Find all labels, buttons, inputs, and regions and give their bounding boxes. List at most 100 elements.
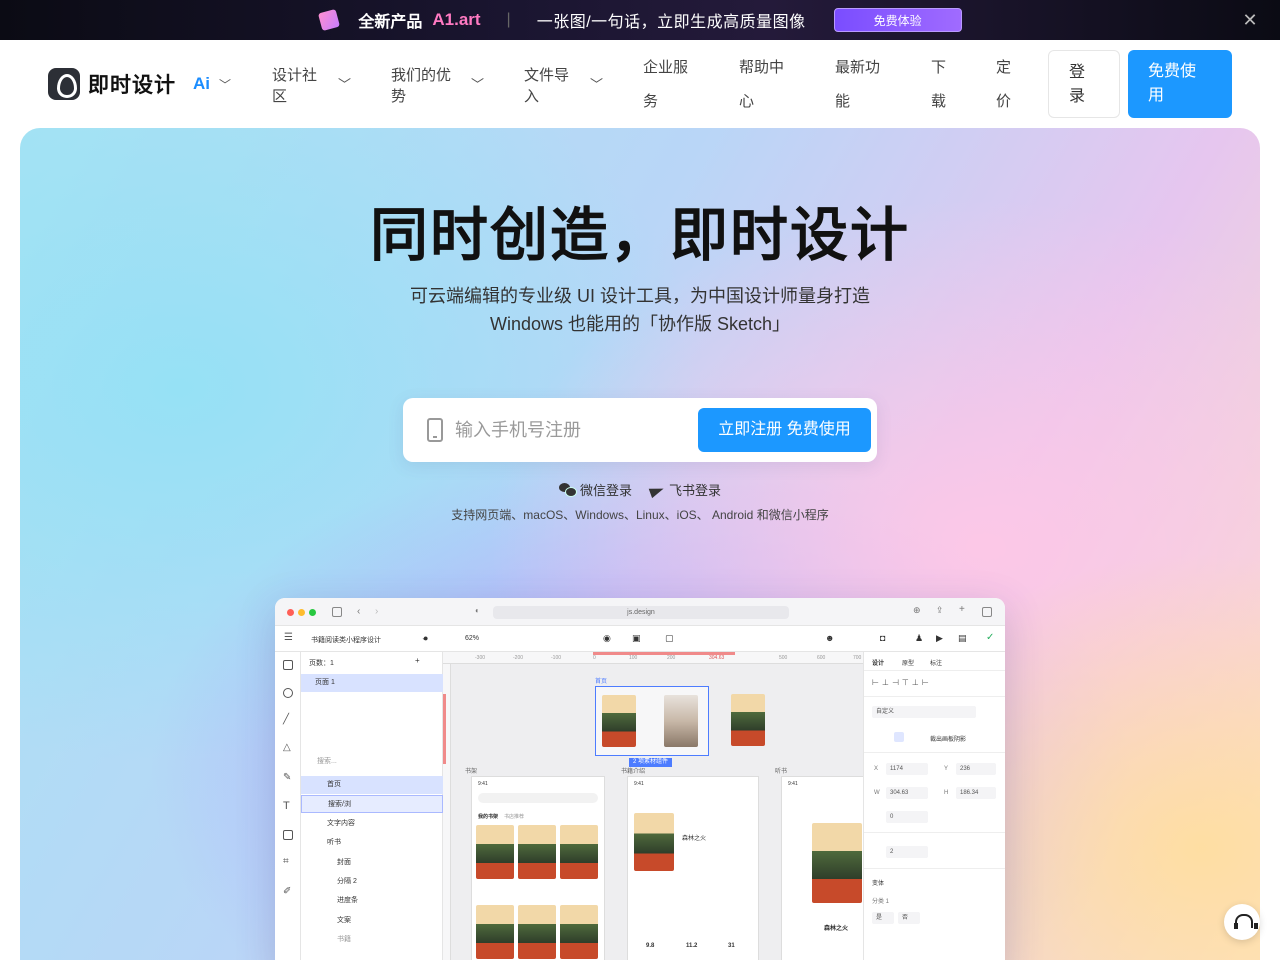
- book-cover-thumbnail: [731, 694, 765, 746]
- height-input[interactable]: 186.34: [956, 787, 996, 799]
- layer-row[interactable]: 封面: [301, 854, 443, 872]
- orientation-icon[interactable]: [894, 732, 904, 742]
- triangle-tool-icon[interactable]: △: [283, 742, 291, 753]
- rectangle-tool-icon[interactable]: [283, 660, 293, 670]
- page-item[interactable]: 页面 1: [301, 674, 443, 692]
- ruler-tick: -200: [513, 655, 524, 661]
- design-canvas[interactable]: -300 -200 -100 0 100 200 304.63 500 600 …: [443, 652, 871, 960]
- frame-tool-icon[interactable]: ⌗: [283, 856, 289, 867]
- app-preview-window: ‹ › ◐ js.design ⊕ ⇪ + ☰ 书籍阅读类小程序设计 ⌄ ● 6…: [275, 598, 1005, 960]
- layer-search-input[interactable]: 搜索...: [307, 754, 437, 770]
- text-tool-icon[interactable]: T: [283, 800, 290, 812]
- ruler-tick: 600: [817, 655, 826, 661]
- width-input[interactable]: 304.63: [886, 787, 928, 799]
- corner-radius-input[interactable]: 2: [886, 846, 928, 858]
- selected-frame[interactable]: [595, 686, 709, 756]
- free-signup-button[interactable]: 免费使 用: [1128, 50, 1232, 118]
- align-icons[interactable]: ⊢⊥⊣⊤⊥⊢: [872, 678, 932, 687]
- wechat-icon: [558, 483, 577, 497]
- tabs-icon: [982, 607, 992, 617]
- ellipse-tool-icon[interactable]: [283, 688, 293, 698]
- phone-frame-bookshelf[interactable]: 9:41 我的书架 书店推荐: [471, 776, 605, 960]
- layer-row[interactable]: 首页: [301, 776, 443, 794]
- hero-title: 同时创造，即时设计: [369, 203, 910, 268]
- layer-row[interactable]: 进度条: [301, 892, 443, 910]
- h-label: H: [944, 790, 949, 796]
- y-input[interactable]: 236: [956, 763, 996, 775]
- nav-item-download[interactable]: 下 载: [931, 59, 946, 110]
- tab-prototype[interactable]: 原型: [902, 658, 914, 667]
- variant-group-label: 分类 1: [872, 899, 890, 905]
- nav-item-file-import[interactable]: 文件导 入: [524, 65, 569, 107]
- login-button[interactable]: 登 录: [1048, 50, 1120, 118]
- headset-support-icon[interactable]: [1224, 904, 1260, 940]
- nav-item-community[interactable]: 设计社 区: [272, 65, 317, 107]
- feishu-login-link[interactable]: 飞书登录: [650, 480, 721, 499]
- layer-row[interactable]: 文案: [301, 912, 443, 930]
- nav-item-advantages[interactable]: 我们的优 势: [391, 65, 451, 107]
- layer-row[interactable]: 搜索/浏: [301, 795, 443, 813]
- layer-row[interactable]: 分隔 2: [301, 873, 443, 891]
- ruler-tick: 100: [629, 655, 638, 661]
- x-input[interactable]: 1174: [886, 763, 928, 775]
- nav-item-help-center[interactable]: 帮助中 心: [739, 59, 784, 110]
- book-rating: 9.8: [646, 943, 655, 949]
- clip-content-checkbox[interactable]: 裁出画板阴影: [930, 734, 966, 743]
- tab-design[interactable]: 设计: [872, 658, 884, 667]
- register-free-button[interactable]: 立即注册 免费使用: [698, 408, 871, 452]
- variant-yes-option[interactable]: 是: [872, 912, 894, 924]
- status-time: 9:41: [788, 781, 798, 787]
- tab-my-shelf: 我的书架: [478, 814, 499, 820]
- phone-frame-listen[interactable]: 9:41 森林之火: [781, 776, 871, 960]
- book-cover: [518, 905, 556, 959]
- wechat-login-link[interactable]: 微信登录: [558, 480, 632, 499]
- nav-item-enterprise[interactable]: 企业服 务: [643, 59, 688, 110]
- nav-item-new-features[interactable]: 最新功 能: [835, 59, 880, 110]
- supported-platforms: 支持网页端、macOS、Windows、Linux、iOS、 Android 和…: [451, 508, 829, 522]
- phone-number-input[interactable]: [455, 416, 685, 444]
- variant-section-title: 变体: [872, 881, 885, 887]
- brush-tool-icon[interactable]: ✐: [283, 886, 291, 897]
- book-title: 森林之火: [682, 836, 707, 842]
- address-bar: js.design: [493, 606, 789, 619]
- book-cover: [634, 813, 674, 871]
- brand-logo[interactable]: 即时设计: [48, 68, 176, 100]
- ruler-tick: 700: [853, 655, 862, 661]
- phone-frame-book-detail[interactable]: 9:41 森林之火 9.8 11.2 31: [627, 776, 759, 960]
- promo-divider: |: [506, 11, 511, 28]
- share-icon: ⇪: [936, 605, 944, 615]
- file-name: 书籍阅读类小程序设计: [311, 637, 381, 644]
- editor-toolbar: ☰ 书籍阅读类小程序设计 ⌄ ● 62% ◉ ▣ ▢ ☻ ◘ ♟ ▶ ▤ ✓: [275, 626, 1005, 652]
- divider: [864, 868, 1005, 869]
- layer-row[interactable]: 书籍: [301, 931, 443, 949]
- shield-icon: ◐: [475, 606, 480, 615]
- image-tool-icon[interactable]: [283, 830, 293, 840]
- book-days: 31: [728, 943, 735, 949]
- canvas-frame-label: 听书: [775, 769, 788, 775]
- frame-preset-select[interactable]: 自定义: [872, 706, 976, 718]
- layer-row[interactable]: 文字内容: [301, 815, 443, 833]
- logo-small-icon: ●: [423, 633, 429, 643]
- add-page-icon[interactable]: +: [415, 656, 420, 665]
- ruler-tick: 500: [779, 655, 788, 661]
- pen-tool-icon[interactable]: ✎: [283, 772, 291, 783]
- nav-ai-menu[interactable]: Ai: [193, 74, 210, 94]
- layer-row[interactable]: 听书: [301, 834, 443, 852]
- properties-panel: 设计 原型 标注 ⊢⊥⊣⊤⊥⊢ 自定义 裁出画板阴影 X 1174 Y 236 …: [863, 652, 1005, 960]
- ruler-tick: -100: [551, 655, 562, 661]
- hero-subtitle: 可云端编辑的专业级 UI 设计工具，为中国设计师量身打造 Windows 也能用…: [20, 282, 1260, 338]
- tab-annotation[interactable]: 标注: [930, 658, 942, 667]
- close-icon[interactable]: ✕: [1240, 10, 1260, 30]
- nav-item-pricing[interactable]: 定 价: [996, 59, 1011, 110]
- sidebar-icon: [332, 607, 342, 617]
- promo-try-free-button[interactable]: 免费体验: [833, 8, 962, 32]
- layers-panel: 页数：1 + 页面 1 搜索... 首页 搜索/浏 文字内容 听书 封面 分隔 …: [301, 652, 443, 960]
- rotation-input[interactable]: 0: [886, 811, 928, 823]
- paper-plane-icon: [650, 484, 664, 496]
- users-icon: ♟: [915, 633, 924, 643]
- browser-titlebar: ‹ › ◐ js.design ⊕ ⇪ +: [275, 598, 1005, 626]
- menu-icon: ☰: [284, 632, 293, 643]
- variant-no-option[interactable]: 否: [898, 912, 920, 924]
- line-tool-icon[interactable]: ╱: [283, 714, 289, 725]
- promo-banner[interactable]: 全新产品 A1.art | 一张图/一句话，立即生成高质量图像 免费体验 ✕: [0, 0, 1280, 40]
